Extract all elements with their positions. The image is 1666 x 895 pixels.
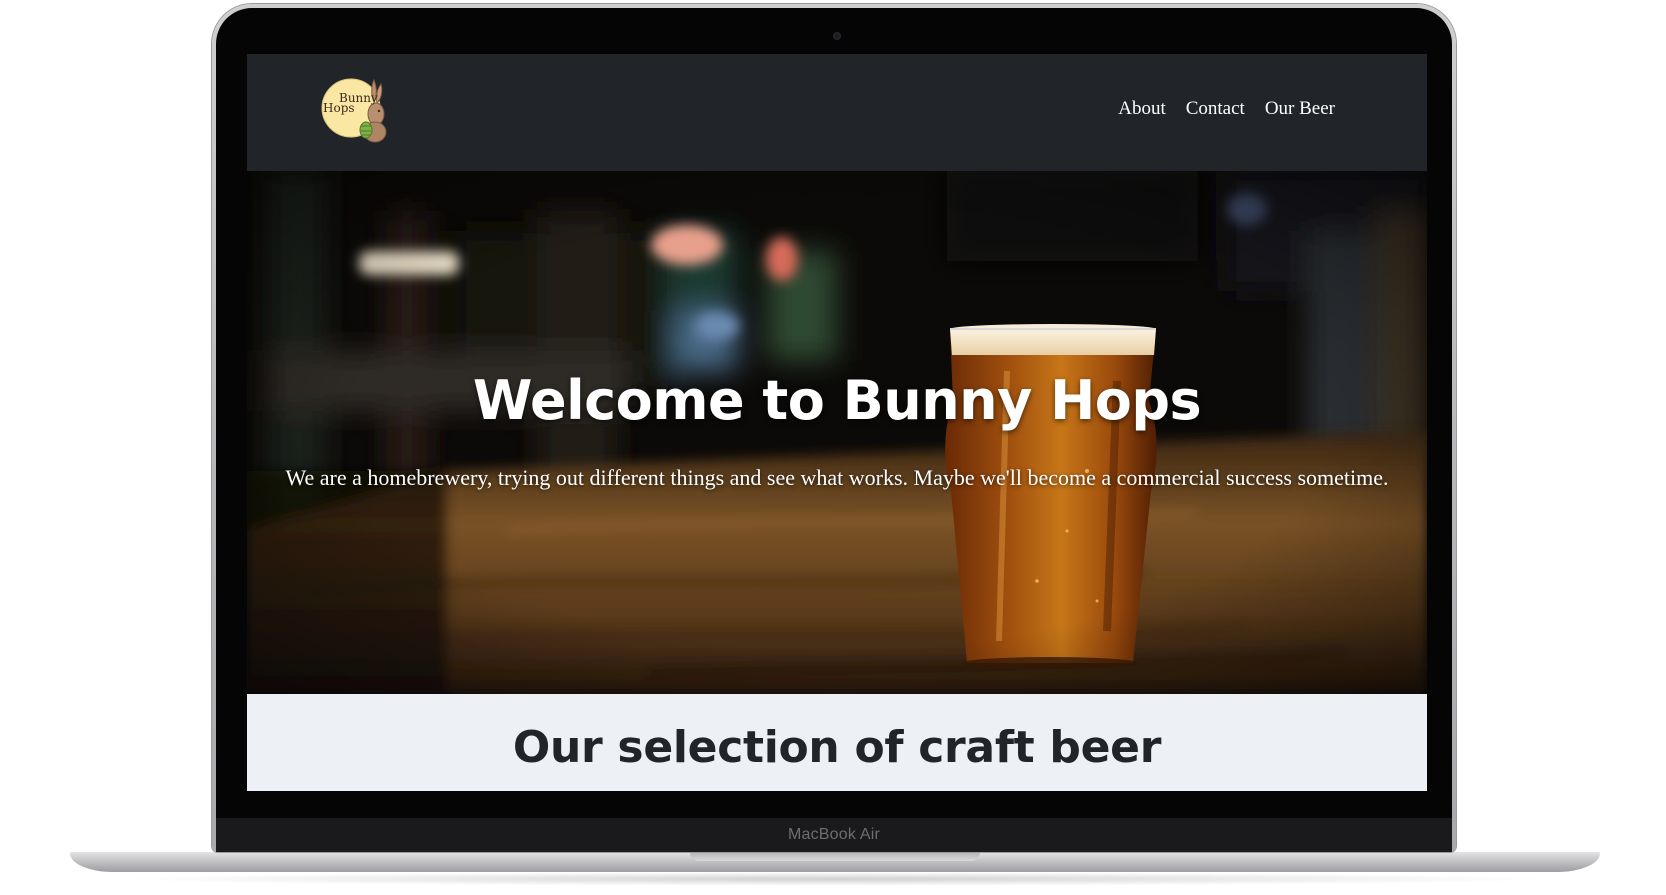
hero-title: Welcome to Bunny Hops — [472, 369, 1202, 432]
laptop-chin: MacBook Air — [216, 818, 1452, 852]
camera-icon — [833, 32, 841, 40]
device-mockup-stage: MacBook Air Bunny Hops About Contact Our… — [0, 0, 1666, 895]
nav-link-about[interactable]: About — [1118, 98, 1166, 120]
nav-link-contact[interactable]: Contact — [1186, 98, 1245, 120]
site-navbar: Bunny Hops About Contact Our Beer — [247, 54, 1427, 171]
nav-links: About Contact Our Beer — [1118, 98, 1335, 120]
laptop-shadow — [110, 872, 1560, 886]
beer-selection-section: Our selection of craft beer — [247, 694, 1427, 791]
hero-background-photo — [247, 171, 1427, 694]
nav-link-our-beer[interactable]: Our Beer — [1265, 98, 1335, 120]
hero-section: Welcome to Bunny Hops We are a homebrewe… — [247, 171, 1427, 694]
laptop-base-notch — [690, 852, 980, 861]
hero-tagline: We are a homebrewery, trying out differe… — [285, 465, 1389, 490]
logo-text-hops: Hops — [323, 101, 355, 115]
rabbit-logo-icon: Bunny Hops — [321, 78, 387, 143]
browser-viewport: Bunny Hops About Contact Our Beer Welcom… — [247, 54, 1427, 791]
selection-heading: Our selection of craft beer — [512, 722, 1162, 773]
device-model-label: MacBook Air — [787, 826, 880, 843]
bunny-hops-logo[interactable]: Bunny Hops — [319, 74, 391, 146]
